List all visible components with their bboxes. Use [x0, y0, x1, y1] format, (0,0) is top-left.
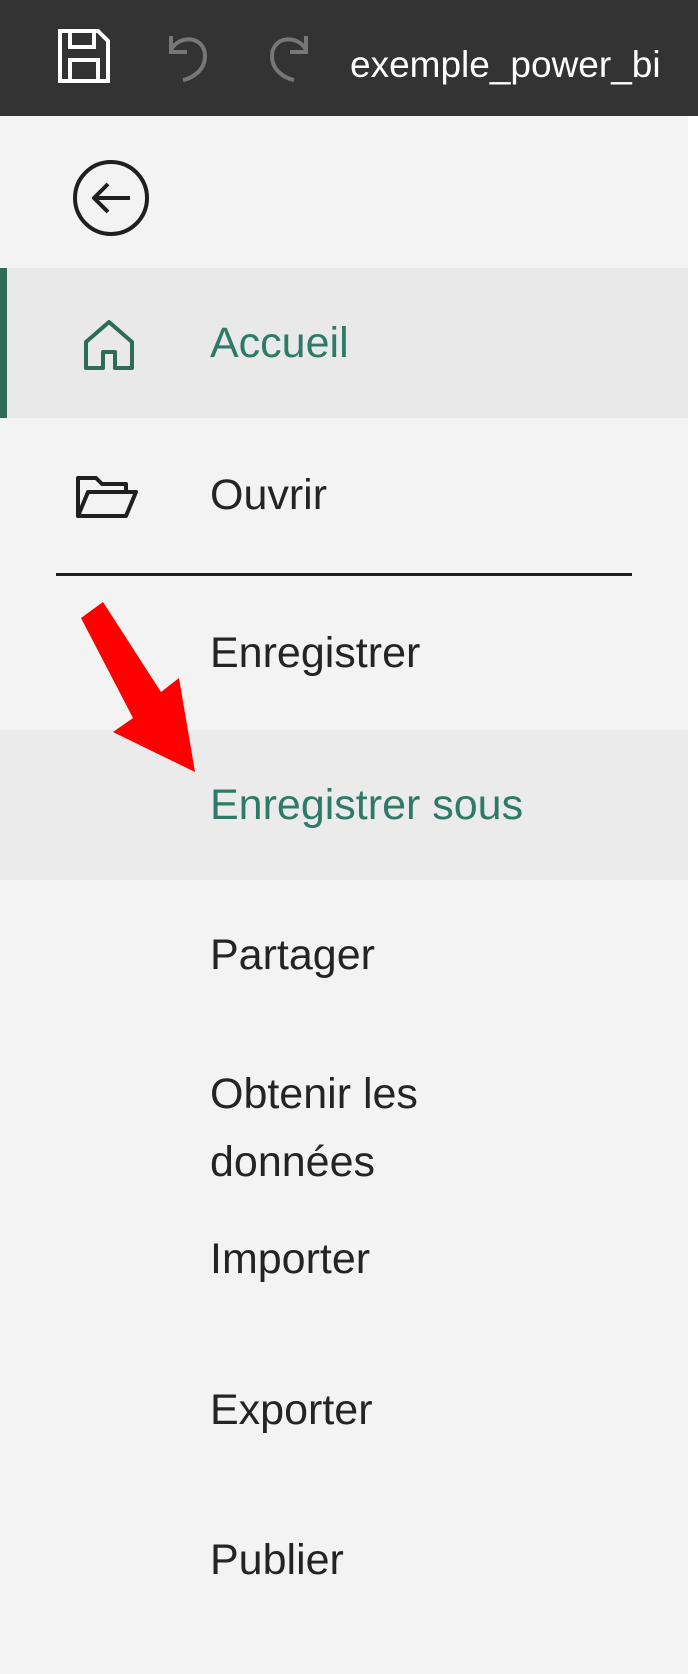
selection-indicator: [0, 268, 7, 418]
file-name-title: exemple_power_bi: [350, 44, 661, 85]
menu-item-label: Enregistrer: [210, 629, 421, 677]
menu-item-label: Publier: [210, 1536, 344, 1584]
menu-item-publier[interactable]: Publier: [0, 1485, 688, 1635]
menu-item-label: Exporter: [210, 1386, 373, 1434]
menu-divider: [56, 573, 632, 576]
menu-item-label: Enregistrer sous: [210, 781, 524, 829]
menu-item-label: Partager: [210, 931, 375, 979]
canvas-edge: [688, 116, 698, 1674]
title-bar: exemple_power_bi: [0, 0, 698, 116]
redo-icon[interactable]: [262, 26, 320, 86]
folder-open-icon: [74, 470, 140, 522]
red-arrow-annotation: [75, 600, 205, 780]
save-icon[interactable]: [55, 26, 113, 86]
back-button[interactable]: [70, 157, 152, 239]
undo-icon[interactable]: [157, 26, 215, 86]
menu-item-ouvrir[interactable]: Ouvrir: [0, 420, 688, 570]
menu-item-label: Ouvrir: [210, 471, 328, 519]
menu-item-label: Importer: [210, 1235, 371, 1283]
menu-item-importer[interactable]: Importer: [0, 1184, 688, 1334]
menu-item-label: Accueil: [210, 319, 349, 367]
menu-item-partager[interactable]: Partager: [0, 880, 688, 1030]
menu-item-accueil[interactable]: Accueil: [0, 268, 688, 418]
menu-item-exporter[interactable]: Exporter: [0, 1335, 688, 1485]
back-arrow-circle-icon: [73, 160, 149, 236]
home-icon: [78, 316, 140, 372]
